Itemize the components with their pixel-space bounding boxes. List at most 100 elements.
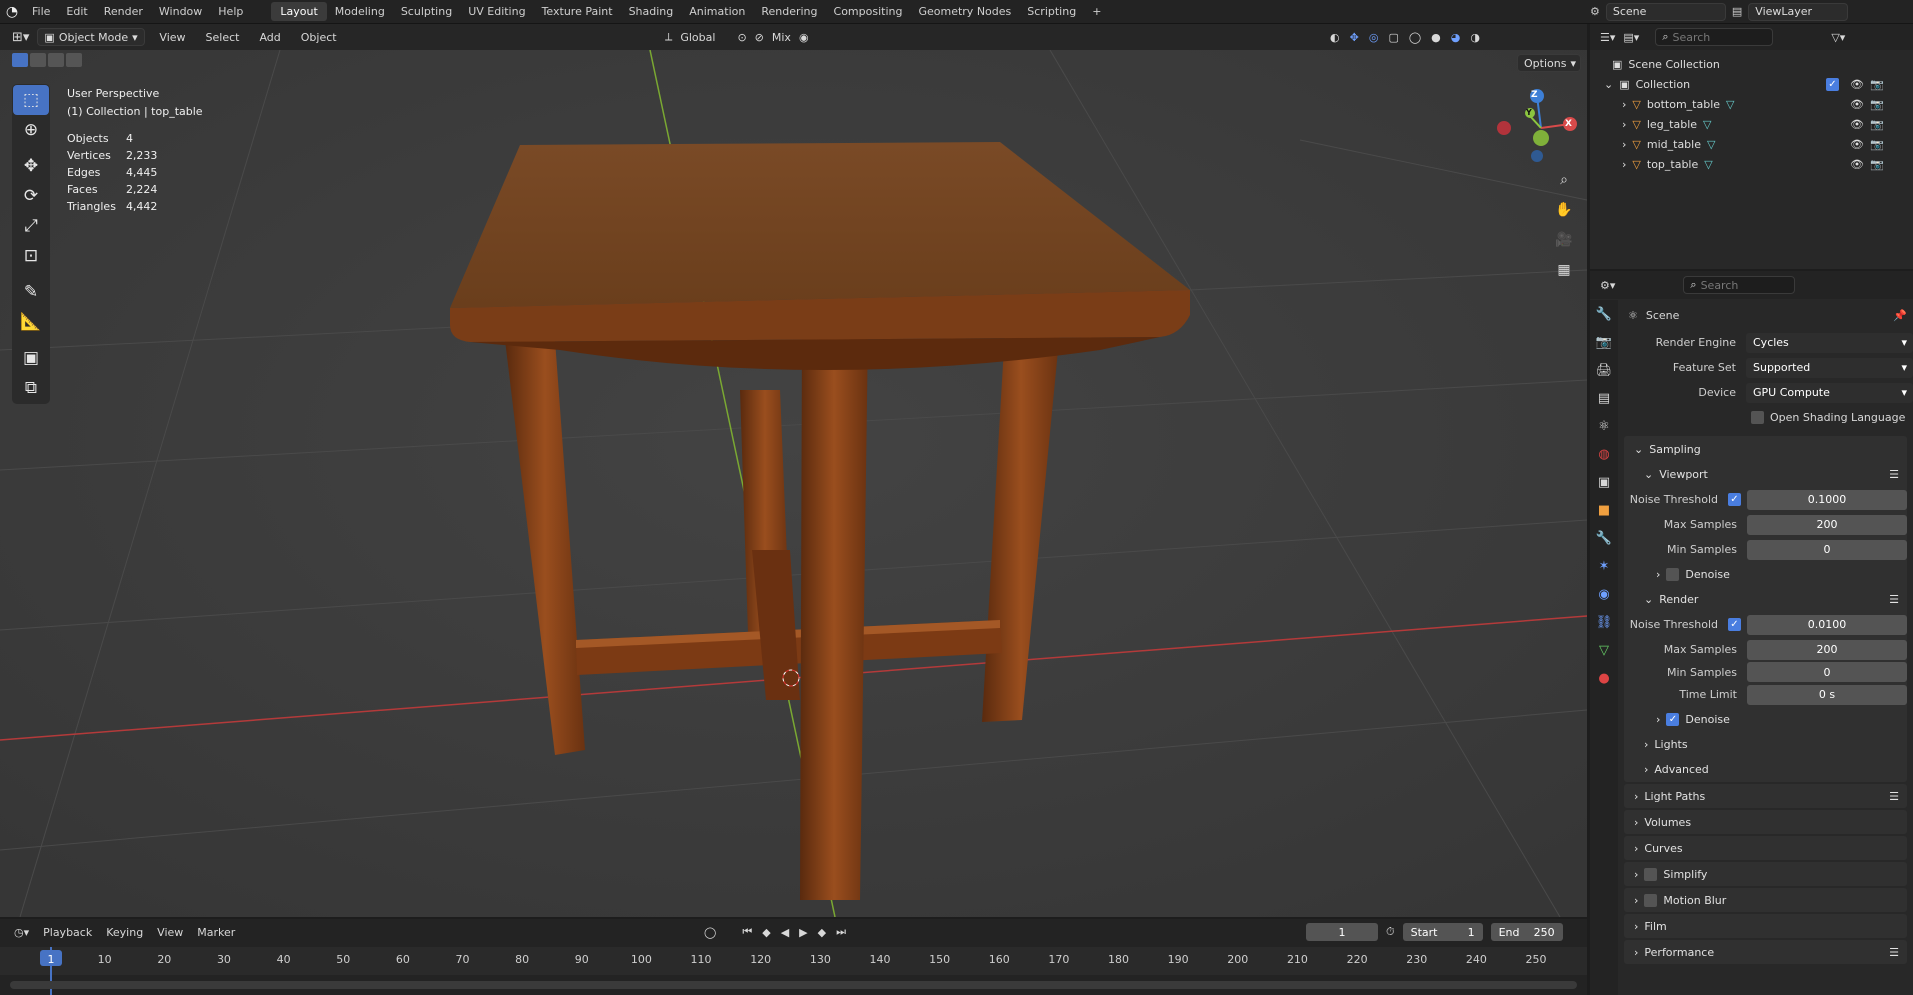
device-dropdown[interactable]: GPU Compute ▾	[1746, 382, 1913, 403]
presets-list-icon[interactable]: ☰	[1889, 468, 1899, 481]
camera-view-icon[interactable]: 🎥	[1552, 228, 1576, 252]
jump-end-icon[interactable]: ⏭	[836, 925, 846, 939]
curves-panel[interactable]: › Curves	[1624, 836, 1907, 860]
chevron-right-icon[interactable]: ›	[1622, 98, 1626, 111]
eye-icon[interactable]: 👁	[1850, 98, 1864, 111]
tab-geometry-nodes[interactable]: Geometry Nodes	[910, 5, 1019, 18]
viewport-subpanel-header[interactable]: ⌄ Viewport ☰	[1624, 462, 1907, 487]
material-tab-icon[interactable]: ●	[1590, 664, 1618, 692]
render-tab-icon[interactable]: 📷	[1590, 328, 1618, 356]
outliner-object-row[interactable]: › ▽ mid_table ▽ 👁 📷	[1622, 134, 1913, 154]
record-icon[interactable]: ◯	[704, 926, 716, 939]
time-limit-field[interactable]: 0 s	[1747, 684, 1907, 705]
motion-blur-panel[interactable]: › Motion Blur	[1624, 888, 1907, 912]
zoom-icon[interactable]: ⌕	[1552, 168, 1576, 192]
jump-start-icon[interactable]: ⏮	[742, 925, 752, 939]
eye-icon[interactable]: 👁	[1850, 118, 1864, 131]
chevron-right-icon[interactable]: ›	[1622, 138, 1626, 151]
object-tab-icon[interactable]: ■	[1590, 496, 1618, 524]
menu-window[interactable]: Window	[151, 5, 210, 18]
pin-icon[interactable]: 📌	[1893, 309, 1907, 322]
menu-add[interactable]: Add	[253, 31, 286, 44]
select-intersect-icon[interactable]	[66, 53, 82, 67]
rotate-tool-icon[interactable]: ⟳	[13, 181, 49, 211]
scene-tab-icon[interactable]: ⚛	[1590, 412, 1618, 440]
orientation-selector[interactable]: Global	[680, 31, 715, 44]
camera-icon[interactable]: 📷	[1870, 98, 1884, 111]
tab-layout[interactable]: Layout	[271, 2, 327, 21]
menu-object[interactable]: Object	[295, 31, 343, 44]
prev-keyframe-icon[interactable]: ◆	[762, 926, 770, 939]
menu-help[interactable]: Help	[210, 5, 251, 18]
pan-hand-icon[interactable]: ✋	[1552, 198, 1576, 222]
eye-icon[interactable]: 👁	[1850, 158, 1864, 171]
advanced-subpanel[interactable]: › Advanced	[1624, 757, 1907, 782]
outliner-object-row[interactable]: › ▽ bottom_table ▽ 👁 📷	[1622, 94, 1913, 114]
camera-icon[interactable]: 📷	[1870, 138, 1884, 151]
filter-icon[interactable]: ▽▾	[1831, 31, 1845, 44]
tab-compositing[interactable]: Compositing	[826, 5, 911, 18]
outliner-object-row[interactable]: › ▽ leg_table ▽ 👁 📷	[1622, 114, 1913, 134]
select-new-icon[interactable]	[12, 53, 28, 67]
volumes-panel[interactable]: › Volumes	[1624, 810, 1907, 834]
current-frame-field[interactable]: 1	[1306, 923, 1378, 941]
max-samples-field[interactable]: 200	[1747, 639, 1907, 660]
menu-marker[interactable]: Marker	[197, 926, 235, 939]
editor-type-icon[interactable]: ⊞▾	[12, 30, 29, 45]
r-denoise-subpanel[interactable]: › ✓ Denoise	[1624, 707, 1907, 732]
render-engine-dropdown[interactable]: Cycles ▾	[1746, 332, 1913, 353]
play-icon[interactable]: ▶	[799, 926, 807, 939]
xray-icon[interactable]: ▢	[1388, 31, 1398, 44]
presets-list-icon[interactable]: ☰	[1889, 593, 1899, 606]
tab-uv-editing[interactable]: UV Editing	[460, 5, 533, 18]
menu-view[interactable]: View	[153, 31, 191, 44]
presets-list-icon[interactable]: ☰	[1889, 790, 1899, 803]
menu-playback[interactable]: Playback	[43, 926, 92, 939]
feature-set-dropdown[interactable]: Supported ▾	[1746, 357, 1913, 378]
outliner-search[interactable]: ⌕ Search	[1655, 28, 1774, 46]
add-workspace-button[interactable]: +	[1084, 5, 1109, 18]
light-paths-panel[interactable]: › Light Paths ☰	[1624, 784, 1907, 808]
film-panel[interactable]: › Film	[1624, 914, 1907, 938]
properties-type-icon[interactable]: ⚙▾	[1600, 279, 1615, 292]
noise-threshold-field[interactable]: 0.0100	[1747, 614, 1907, 635]
noise-threshold-field[interactable]: 0.1000	[1747, 489, 1907, 510]
camera-icon[interactable]: 📷	[1870, 118, 1884, 131]
outliner-type-icon[interactable]: ☰▾	[1600, 31, 1615, 44]
visibility-icon[interactable]: ◐	[1330, 31, 1340, 44]
tab-modeling[interactable]: Modeling	[327, 5, 393, 18]
osl-checkbox[interactable]	[1751, 411, 1764, 424]
ortho-grid-icon[interactable]: ▦	[1552, 258, 1576, 282]
material-shading-icon[interactable]: ◕	[1451, 31, 1461, 44]
scene-collection-row[interactable]: ▣ Scene Collection	[1612, 54, 1913, 74]
mode-selector[interactable]: ▣ Object Mode ▾	[37, 28, 146, 46]
motion-blur-checkbox[interactable]	[1644, 893, 1658, 907]
output-tab-icon[interactable]: 🖨	[1590, 356, 1618, 384]
3d-viewport[interactable]: Z X Y ⬚ ⊕ ✥ ⟳ ⤢ ⊡ ✎ 📐 ▣ ⧉ User Perspecti…	[0, 50, 1587, 917]
outliner-object-row[interactable]: › ▽ top_table ▽ 👁 📷	[1622, 154, 1913, 174]
constraints-tab-icon[interactable]: ⛓	[1590, 608, 1618, 636]
collection-tab-icon[interactable]: ▣	[1590, 468, 1618, 496]
chevron-right-icon[interactable]: ›	[1622, 118, 1626, 131]
modifier-tab-icon[interactable]: 🔧	[1590, 524, 1618, 552]
presets-list-icon[interactable]: ☰	[1889, 946, 1899, 959]
rendered-shading-icon[interactable]: ◑	[1470, 31, 1480, 44]
transform-tool-icon[interactable]: ⊡	[13, 241, 49, 271]
menu-render[interactable]: Render	[96, 5, 151, 18]
tab-rendering[interactable]: Rendering	[753, 5, 825, 18]
properties-search[interactable]: ⌕ Search	[1683, 276, 1796, 294]
select-box-icon[interactable]: ⬚	[13, 85, 49, 115]
max-samples-field[interactable]: 200	[1747, 514, 1907, 535]
select-subtract-icon[interactable]	[48, 53, 64, 67]
solid-shading-icon[interactable]: ●	[1431, 31, 1441, 44]
eye-icon[interactable]: 👁	[1850, 78, 1864, 91]
display-mode-icon[interactable]: ▤▾	[1623, 31, 1639, 44]
collection-checkbox[interactable]: ✓	[1826, 77, 1839, 91]
menu-edit[interactable]: Edit	[58, 5, 95, 18]
start-frame-field[interactable]: Start 1	[1402, 923, 1483, 941]
timeline-scrollbar[interactable]	[10, 981, 1577, 989]
menu-view[interactable]: View	[157, 926, 183, 939]
performance-panel[interactable]: › Performance ☰	[1624, 940, 1907, 964]
tab-sculpting[interactable]: Sculpting	[393, 5, 460, 18]
r-denoise-checkbox[interactable]: ✓	[1666, 713, 1680, 726]
